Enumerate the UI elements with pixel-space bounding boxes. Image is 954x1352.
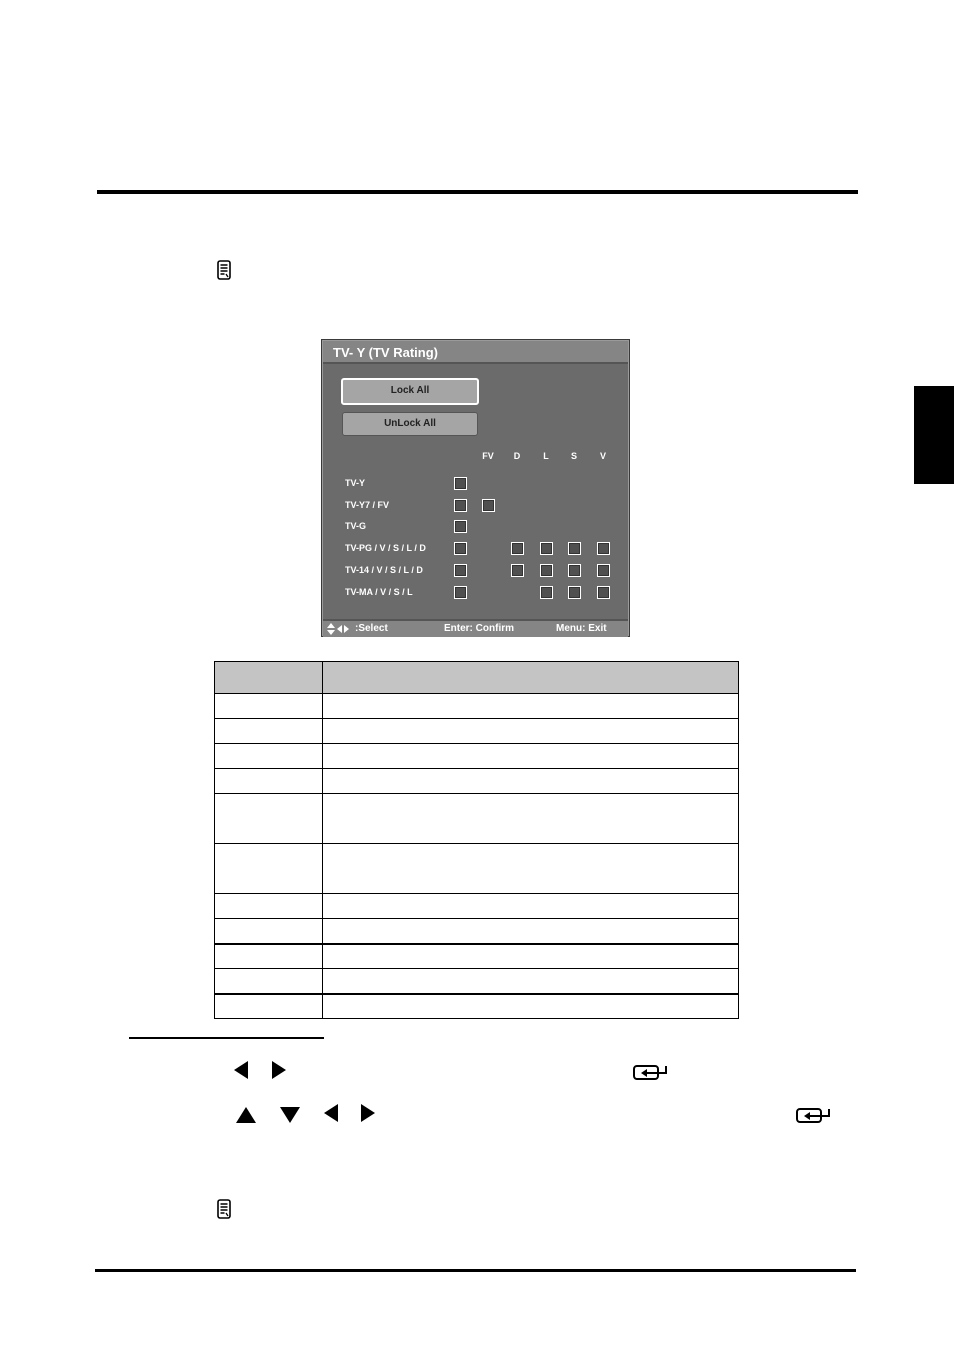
checkbox-main[interactable] xyxy=(454,542,467,556)
tv-rating-osd: TV- Y (TV Rating) Lock All UnLock All :S… xyxy=(321,339,630,637)
table-row xyxy=(214,918,739,945)
column-header-v: V xyxy=(599,451,606,461)
rating-label: TV-Y xyxy=(345,478,366,488)
rating-label: TV-G xyxy=(345,521,367,532)
table-row xyxy=(214,693,739,719)
checkbox-v[interactable] xyxy=(597,563,610,577)
table-header-cell xyxy=(322,661,739,694)
table-row xyxy=(214,893,739,919)
rating-label: TV-PG / V / S / L / D xyxy=(345,543,426,554)
arrow-left-icon xyxy=(324,1104,338,1122)
enter-icon xyxy=(796,1108,830,1123)
checkbox-v[interactable] xyxy=(597,585,610,599)
section-tab xyxy=(914,386,954,484)
arrow-up-icon xyxy=(236,1107,256,1123)
column-header-fv: FV xyxy=(482,451,494,461)
checkbox-d[interactable] xyxy=(511,563,524,577)
checkbox-l[interactable] xyxy=(540,542,553,556)
enter-icon xyxy=(633,1065,667,1080)
footer-confirm: Enter: Confirm xyxy=(444,623,514,634)
column-header-s: S xyxy=(570,451,577,461)
arrow-left-icon xyxy=(234,1061,248,1079)
table-row xyxy=(214,843,739,894)
checkbox-d[interactable] xyxy=(511,542,524,556)
rating-label: TV-14 / V / S / L / D xyxy=(345,564,423,575)
osd-footer: :Select Enter: Confirm Menu: Exit xyxy=(323,619,628,637)
checkbox-v[interactable] xyxy=(597,542,610,556)
arrow-right-icon xyxy=(272,1061,286,1079)
table-row xyxy=(214,943,739,969)
table-row xyxy=(214,968,739,995)
checkbox-main[interactable] xyxy=(454,563,467,577)
column-header-d: D xyxy=(513,451,521,461)
table-row xyxy=(214,993,739,1019)
footer-exit: Menu: Exit xyxy=(556,623,607,634)
checkbox-l[interactable] xyxy=(540,585,553,599)
checkbox-main[interactable] xyxy=(454,585,467,599)
column-header-l: L xyxy=(543,451,549,461)
rating-table xyxy=(214,661,739,1019)
unlock-all-button[interactable]: UnLock All xyxy=(342,412,478,436)
lock-all-button[interactable]: Lock All xyxy=(341,378,479,405)
table-row xyxy=(214,743,739,769)
arrow-down-icon xyxy=(280,1107,300,1123)
top-rule xyxy=(97,190,858,194)
rating-label: TV-Y7 / FV xyxy=(345,499,390,510)
table-header-cell xyxy=(214,661,323,694)
checkbox-l[interactable] xyxy=(540,563,553,577)
checkbox-main[interactable] xyxy=(454,520,467,534)
manual-page: TV- Y (TV Rating) Lock All UnLock All :S… xyxy=(0,0,954,1352)
note-icon xyxy=(217,260,231,280)
osd-title: TV- Y (TV Rating) xyxy=(323,341,628,364)
checkbox-s[interactable] xyxy=(568,542,581,556)
checkbox-s[interactable] xyxy=(568,585,581,599)
checkbox-fv[interactable] xyxy=(482,498,495,512)
footer-select: :Select xyxy=(355,623,388,634)
rating-label: TV-MA / V / S / L xyxy=(345,586,413,597)
checkbox-main[interactable] xyxy=(454,477,467,490)
table-row xyxy=(214,793,739,844)
checkbox-s[interactable] xyxy=(568,563,581,577)
arrow-right-icon xyxy=(361,1104,375,1122)
section-rule xyxy=(129,1037,324,1039)
table-row xyxy=(214,768,739,794)
note-icon xyxy=(217,1199,231,1219)
bottom-rule xyxy=(95,1269,856,1272)
checkbox-main[interactable] xyxy=(454,498,467,512)
table-row xyxy=(214,718,739,744)
navigate-arrows-icon xyxy=(327,623,349,635)
